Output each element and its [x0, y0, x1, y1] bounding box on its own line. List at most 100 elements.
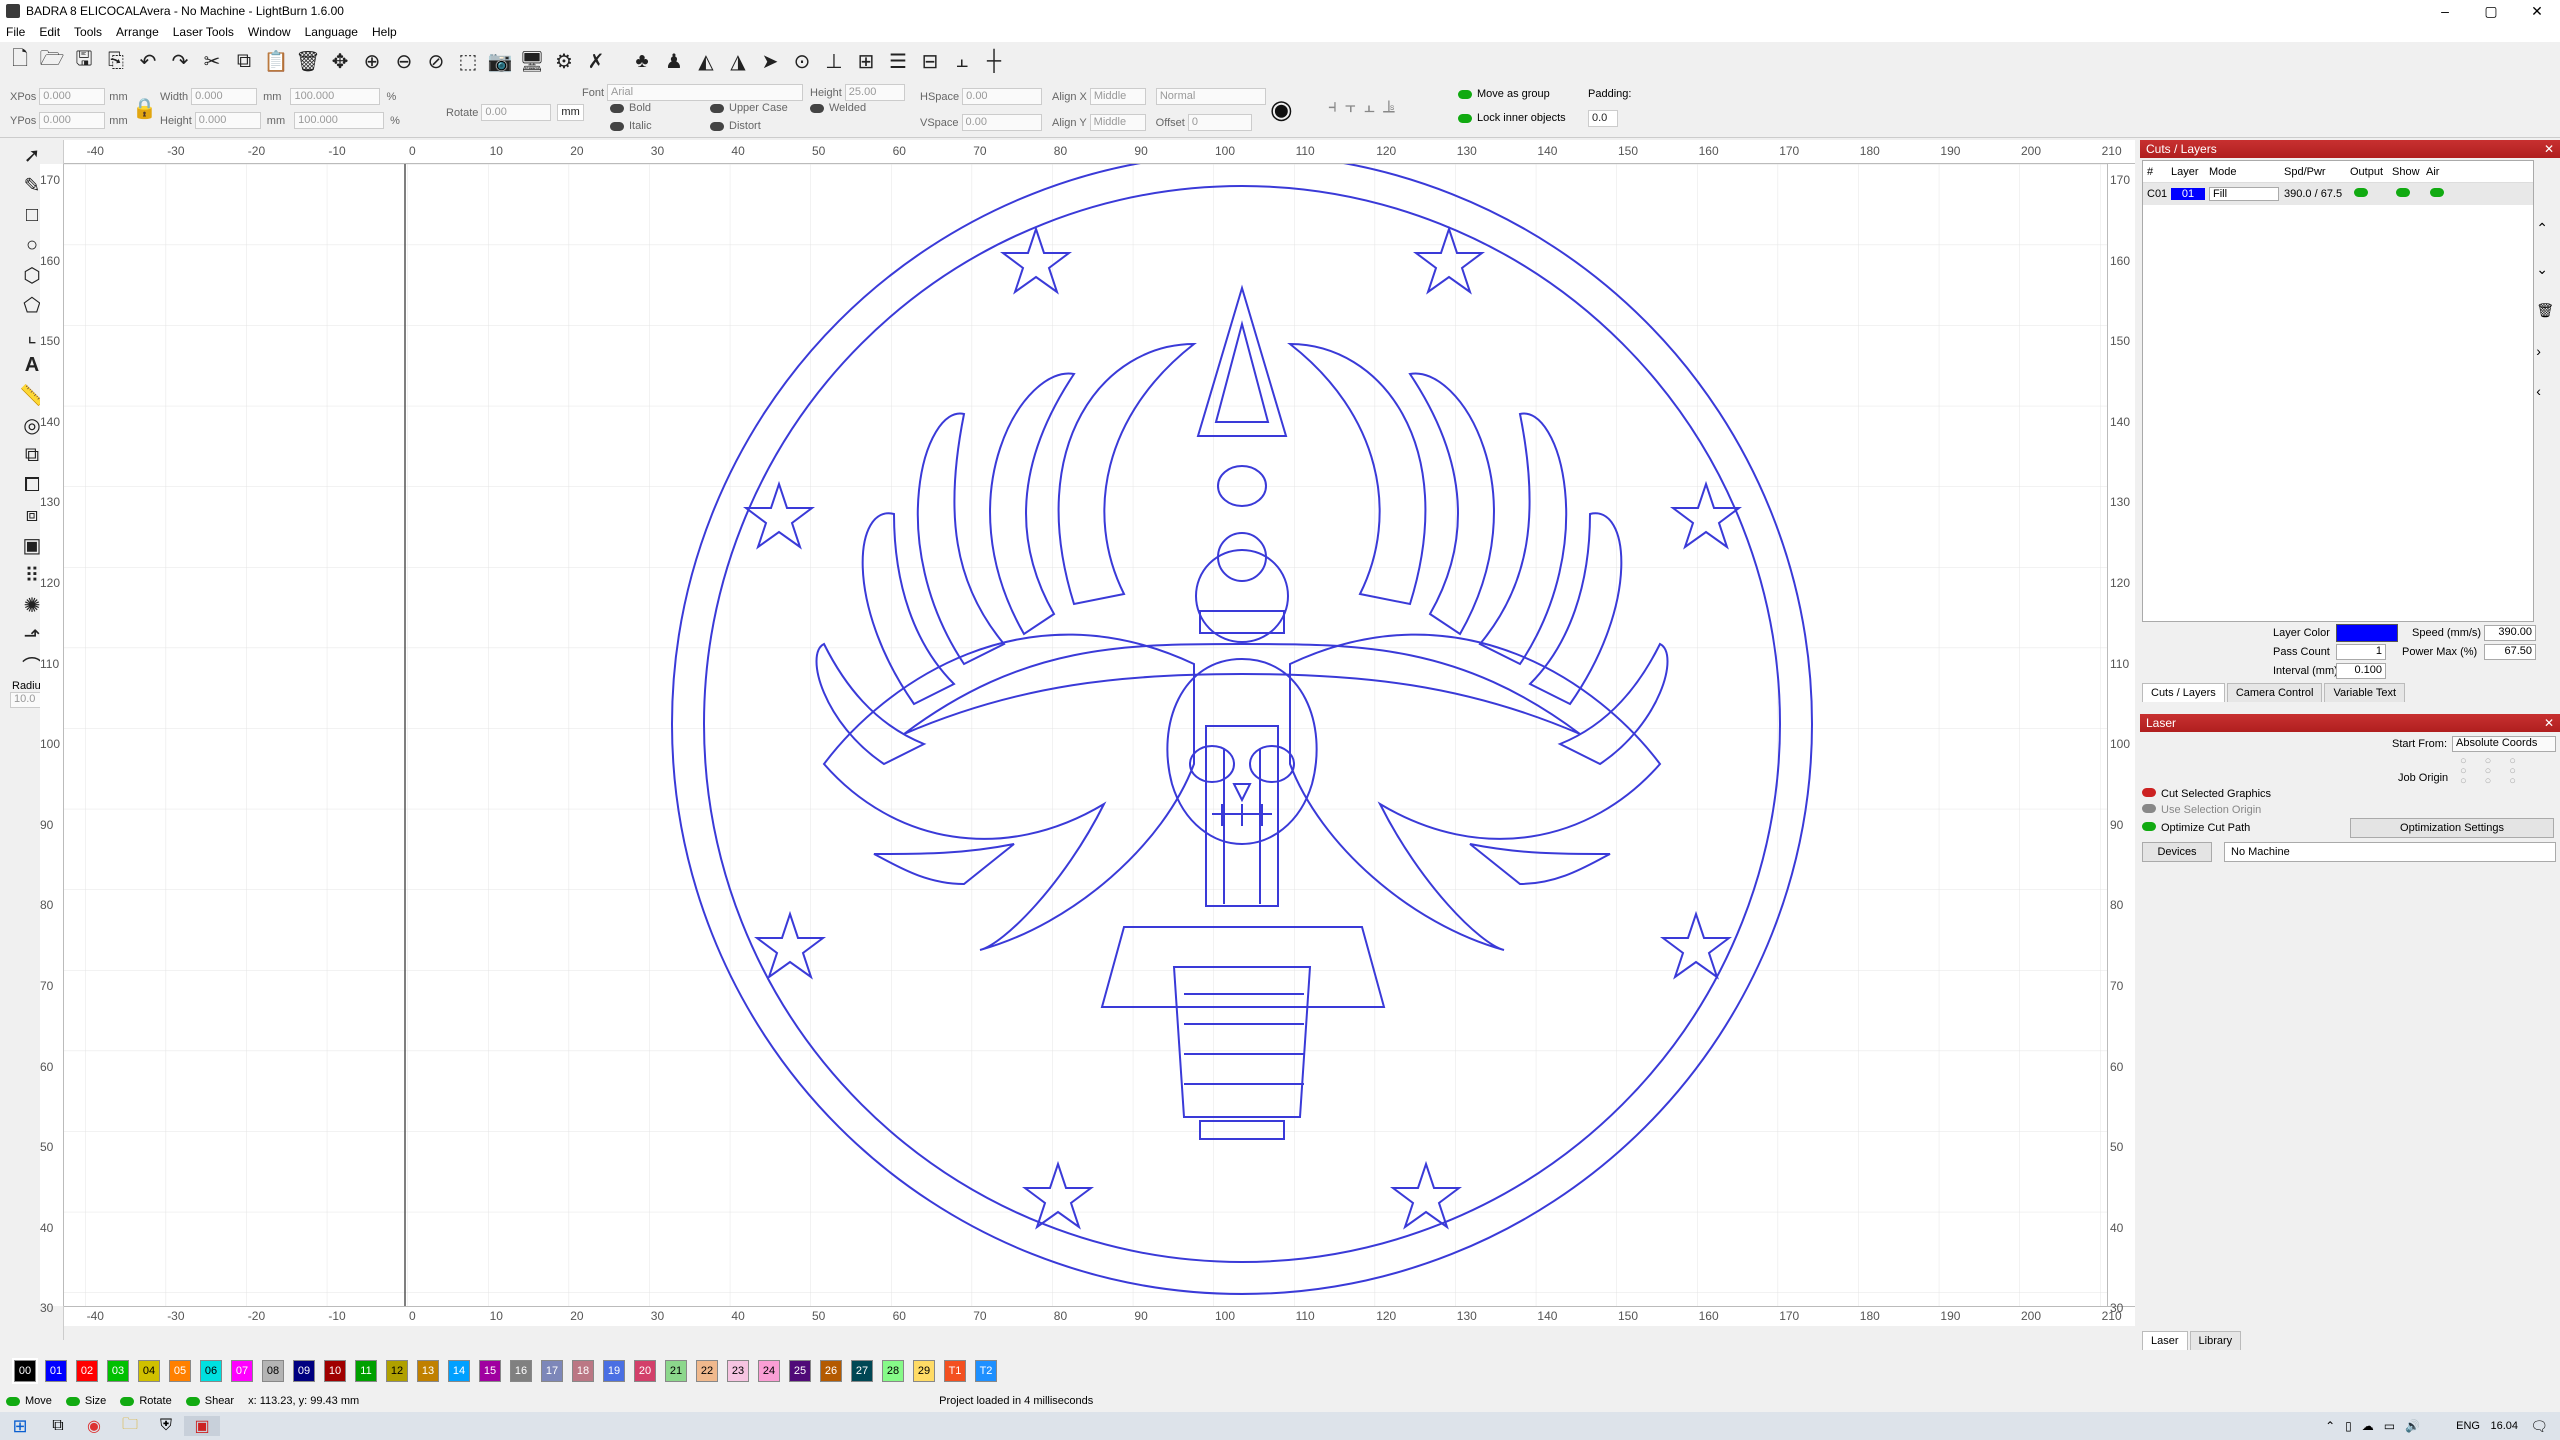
use-selection-toggle[interactable] [2142, 804, 2156, 813]
zoom-out-icon[interactable]: ⊖ [390, 47, 418, 75]
optimize-toggle[interactable] [2142, 822, 2156, 831]
palette-color-24[interactable]: 24 [758, 1360, 780, 1382]
align-icon[interactable]: ⊥ [820, 47, 848, 75]
dock2-icon[interactable]: ⫠ [948, 47, 976, 75]
zoom-in-icon[interactable]: ⊕ [358, 47, 386, 75]
distribute-icon[interactable]: ☰ [884, 47, 912, 75]
palette-color-T2[interactable]: T2 [975, 1360, 997, 1382]
shear-toggle[interactable] [185, 1396, 200, 1406]
mm-button[interactable]: mm [557, 104, 584, 121]
rotate-toggle[interactable] [120, 1396, 135, 1406]
minimize-button[interactable]: – [2422, 0, 2468, 22]
palette-color-21[interactable]: 21 [665, 1360, 687, 1382]
menu-arrange[interactable]: Arrange [116, 25, 159, 39]
redo-icon[interactable]: ↷ [166, 47, 194, 75]
delete-icon[interactable]: 🗑 [294, 47, 322, 75]
palette-color-27[interactable]: 27 [851, 1360, 873, 1382]
copy-icon[interactable]: ⧉ [230, 47, 258, 75]
collapse-left-icon[interactable]: ‹ [2536, 383, 2554, 399]
italic-toggle[interactable] [610, 121, 624, 131]
crosshair-icon[interactable]: ┼ [980, 47, 1008, 75]
align-center-icon[interactable]: ⊞ [852, 47, 880, 75]
save-as-icon[interactable]: ⎘ [102, 47, 130, 75]
tab-laser[interactable]: Laser [2142, 1331, 2188, 1350]
cut-icon[interactable]: ✂ [198, 47, 226, 75]
alignx-select[interactable]: Middle [1089, 88, 1146, 105]
dock-icon[interactable]: ⊟ [916, 47, 944, 75]
job-origin-radios[interactable]: ○○○ ○○○ ○○○ [2460, 756, 2534, 787]
welded-toggle[interactable] [810, 103, 824, 113]
move-up-icon[interactable]: ⌃ [2536, 220, 2554, 237]
width-pct-input[interactable]: 100.000 [290, 88, 381, 105]
move-down-icon[interactable]: ⌄ [2536, 261, 2554, 278]
machine-select[interactable]: No Machine [2224, 842, 2556, 862]
palette-color-12[interactable]: 12 [386, 1360, 408, 1382]
language-indicator[interactable]: ENG [2456, 1420, 2480, 1432]
normal-select[interactable]: Normal [1155, 88, 1266, 105]
align-tools-icon[interactable]: ⫞⫟⫠⫡ [1328, 96, 1403, 117]
mirror-v-icon[interactable]: ◮ [724, 47, 752, 75]
palette-color-26[interactable]: 26 [820, 1360, 842, 1382]
hspace-input[interactable]: 0.00 [962, 88, 1043, 105]
palette-color-18[interactable]: 18 [572, 1360, 594, 1382]
paste-icon[interactable]: 📋 [262, 47, 290, 75]
security-icon[interactable]: ⛨ [148, 1417, 184, 1435]
undo-icon[interactable]: ↶ [134, 47, 162, 75]
palette-color-16[interactable]: 16 [510, 1360, 532, 1382]
optimization-settings-button[interactable]: Optimization Settings [2350, 818, 2554, 838]
path-icon[interactable]: ◉ [1270, 94, 1293, 125]
palette-color-04[interactable]: 04 [138, 1360, 160, 1382]
layer-color-cell[interactable]: 01 [2171, 188, 2205, 200]
camera-icon[interactable]: 📷 [486, 47, 514, 75]
palette-color-02[interactable]: 02 [76, 1360, 98, 1382]
distort-toggle[interactable] [710, 121, 724, 131]
tab-variable-text[interactable]: Variable Text [2324, 683, 2406, 702]
bold-toggle[interactable] [610, 103, 624, 113]
panel-close-icon[interactable]: ✕ [2544, 714, 2554, 732]
size-toggle[interactable] [65, 1396, 80, 1406]
tray-icons[interactable]: ⌃▯☁▭🔊 [2325, 1419, 2430, 1433]
palette-color-20[interactable]: 20 [634, 1360, 656, 1382]
speed-input[interactable]: 390.00 [2484, 625, 2536, 641]
palette-color-T1[interactable]: T1 [944, 1360, 966, 1382]
show-toggle[interactable] [2396, 188, 2410, 197]
move-icon[interactable]: ✥ [326, 47, 354, 75]
new-file-icon[interactable]: 🗋 [6, 47, 34, 75]
palette-color-07[interactable]: 07 [231, 1360, 253, 1382]
mirror-h-icon[interactable]: ◭ [692, 47, 720, 75]
menu-laser-tools[interactable]: Laser Tools [173, 25, 234, 39]
cut-selected-toggle[interactable] [2142, 788, 2156, 797]
tools-icon[interactable]: ✗ [582, 47, 610, 75]
menu-help[interactable]: Help [372, 25, 397, 39]
monitor-icon[interactable]: 🖥 [518, 47, 546, 75]
maximize-button[interactable]: ▢ [2468, 0, 2514, 22]
notification-icon[interactable]: 🗨 [2530, 1418, 2548, 1435]
palette-color-06[interactable]: 06 [200, 1360, 222, 1382]
offset-input[interactable]: 0 [1187, 114, 1252, 131]
menu-tools[interactable]: Tools [74, 25, 102, 39]
height-pct-input[interactable]: 100.000 [294, 112, 385, 129]
menu-window[interactable]: Window [248, 25, 291, 39]
lock-inner-toggle[interactable] [1458, 113, 1472, 123]
zoom-selection-icon[interactable]: ⬚ [454, 47, 482, 75]
send-icon[interactable]: ➤ [756, 47, 784, 75]
windows-start-icon[interactable]: ⊞ [0, 1416, 40, 1437]
width-input[interactable]: 0.000 [191, 88, 258, 105]
clock[interactable]: 16.04 [2490, 1420, 2518, 1432]
zoom-fit-icon[interactable]: ⊘ [422, 47, 450, 75]
palette-color-22[interactable]: 22 [696, 1360, 718, 1382]
group-icon[interactable]: ♣ [628, 47, 656, 75]
palette-color-29[interactable]: 29 [913, 1360, 935, 1382]
palette-color-14[interactable]: 14 [448, 1360, 470, 1382]
chrome-icon[interactable]: ◉ [76, 1416, 112, 1436]
font-height-input[interactable]: 25.00 [844, 84, 905, 101]
aligny-select[interactable]: Middle [1089, 114, 1146, 131]
save-icon[interactable]: 🖫 [70, 47, 98, 75]
panel-close-icon[interactable]: ✕ [2544, 140, 2554, 158]
palette-color-00[interactable]: 00 [12, 1358, 38, 1384]
rotate-input[interactable]: 0.00 [481, 104, 552, 121]
menu-language[interactable]: Language [305, 25, 358, 39]
power-input[interactable]: 67.50 [2484, 644, 2536, 660]
palette-color-23[interactable]: 23 [727, 1360, 749, 1382]
delete-layer-icon[interactable]: 🗑 [2536, 302, 2554, 319]
